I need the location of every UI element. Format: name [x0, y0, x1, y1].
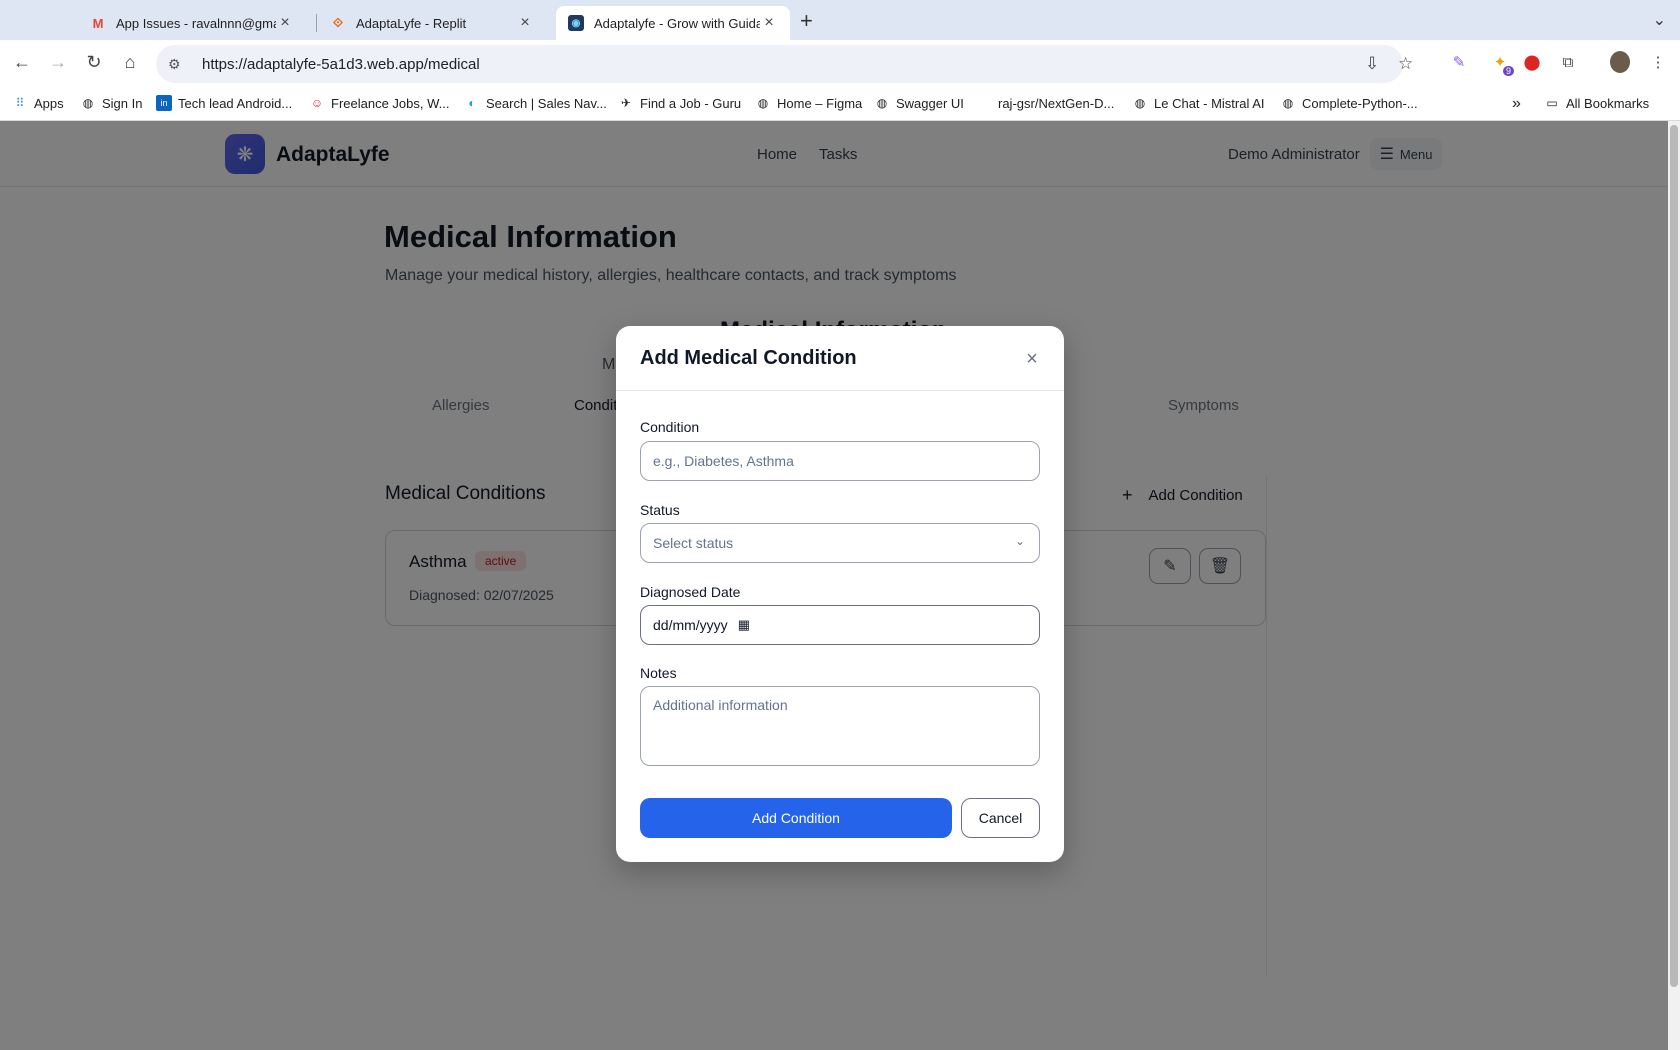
adblock-icon[interactable]: ⬤: [1522, 52, 1542, 72]
bookmark-apps[interactable]: ⠿ Apps: [12, 95, 64, 111]
bookmark-label: Tech lead Android...: [178, 95, 293, 111]
bookmark-github[interactable]: raj-gsr/NextGen-D...: [976, 95, 1114, 111]
close-icon[interactable]: ×: [1022, 348, 1042, 371]
new-tab-icon[interactable]: +: [800, 8, 813, 34]
date-placeholder: dd/mm/yyyy: [653, 617, 728, 633]
status-select[interactable]: Select status ⌄: [640, 523, 1040, 563]
bookmark-sales-nav[interactable]: ◐ Search | Sales Nav...: [464, 95, 607, 111]
close-icon[interactable]: ×: [516, 14, 534, 32]
tab-title: App Issues - ravalnnn@gmail: [116, 15, 276, 31]
home-icon[interactable]: ⌂: [118, 52, 142, 73]
extensions-puzzle-icon[interactable]: ⧉: [1558, 52, 1578, 72]
status-placeholder: Select status: [653, 535, 734, 551]
extension-badge-icon[interactable]: ✦ 9: [1490, 52, 1514, 76]
calendar-icon[interactable]: ▦: [738, 617, 750, 633]
bookmark-label: Complete-Python-...: [1302, 95, 1418, 111]
bookmark-guru[interactable]: ✈ Find a Job - Guru: [618, 95, 741, 111]
bookmark-freelance[interactable]: ☺ Freelance Jobs, W...: [309, 95, 450, 111]
bookmark-label: raj-gsr/NextGen-D...: [998, 95, 1115, 111]
gmail-icon: M: [92, 15, 104, 31]
globe-icon: ◍: [876, 96, 888, 110]
bookmark-linkedin[interactable]: in Tech lead Android...: [156, 95, 292, 111]
back-icon[interactable]: ←: [10, 52, 34, 73]
bookmark-label: Freelance Jobs, W...: [331, 95, 450, 111]
browser-tab-adaptalyfe[interactable]: ◉ Adaptalyfe - Grow with Guida ×: [556, 6, 790, 40]
tab-title: AdaptaLyfe - Replit: [356, 15, 467, 31]
add-condition-dialog: Add Medical Condition × Condition Status…: [616, 326, 1064, 862]
bookmarks-bar: ⠿ Apps ◍ Sign In in Tech lead Android... ☺ F…: [0, 87, 1680, 121]
globe-icon: ◍: [1282, 96, 1294, 110]
bookmark-star-icon[interactable]: ☆: [1398, 54, 1413, 74]
profile-avatar-icon[interactable]: [1610, 51, 1630, 73]
bookmark-mistral[interactable]: ◍ Le Chat - Mistral AI: [1132, 95, 1265, 111]
bookmark-label: Swagger UI: [896, 95, 964, 111]
browser-menu-icon[interactable]: ⋮: [1648, 52, 1668, 72]
bookmark-label: All Bookmarks: [1566, 95, 1650, 111]
dialog-title: Add Medical Condition: [640, 347, 857, 369]
page-scrollbar[interactable]: [1668, 121, 1680, 1050]
tab-separator: [316, 14, 317, 32]
bookmark-label: Apps: [34, 95, 64, 111]
bookmark-swagger[interactable]: ◍ Swagger UI: [874, 95, 964, 111]
bookmark-label: Sign In: [102, 95, 143, 111]
browser-tabstrip: M App Issues - ravalnnn@gmail × ⟐ Adapta…: [0, 0, 1680, 40]
more-bookmarks-icon[interactable]: »: [1512, 95, 1521, 113]
close-icon[interactable]: ×: [760, 14, 778, 32]
globe-icon: ◍: [1134, 96, 1146, 110]
submit-add-condition-button[interactable]: Add Condition: [640, 798, 952, 838]
replit-icon: ⟐: [332, 15, 344, 30]
tab-search-chevron-icon[interactable]: ⌄: [1653, 10, 1666, 30]
compass-icon: ◐: [468, 96, 476, 110]
condition-input[interactable]: [640, 441, 1040, 481]
bookmark-label: Search | Sales Nav...: [486, 95, 607, 111]
install-app-icon[interactable]: ⇩: [1365, 54, 1379, 74]
guru-icon: ✈: [620, 96, 632, 110]
blank-page-icon: [976, 95, 992, 111]
bookmark-python[interactable]: ◍ Complete-Python-...: [1280, 95, 1418, 111]
cancel-button[interactable]: Cancel: [961, 798, 1040, 838]
notes-label: Notes: [640, 665, 677, 681]
bookmark-sign-in[interactable]: ◍ Sign In: [80, 95, 143, 111]
adaptalyfe-icon: ◉: [568, 15, 584, 31]
address-bar[interactable]: ⚙ https://adaptalyfe-5a1d3.web.app/medic…: [156, 45, 1413, 83]
pen-extension-icon[interactable]: ✎: [1449, 52, 1469, 72]
freelancer-icon: ☺: [310, 96, 324, 110]
forward-icon[interactable]: →: [46, 52, 70, 73]
globe-icon: ◍: [757, 96, 769, 110]
status-label: Status: [640, 502, 680, 518]
diagnosed-date-label: Diagnosed Date: [640, 584, 741, 600]
extension-badge: 9: [1502, 66, 1514, 76]
browser-toolbar: ← → ↻ ⌂ ⚙ https://adaptalyfe-5a1d3.web.a…: [0, 40, 1680, 87]
browser-tab-gmail[interactable]: M App Issues - ravalnnn@gmail ×: [78, 6, 306, 40]
close-icon[interactable]: ×: [276, 14, 294, 32]
bookmark-label: Find a Job - Guru: [640, 95, 742, 111]
site-info-icon[interactable]: ⚙: [168, 56, 188, 73]
condition-label: Condition: [640, 419, 700, 435]
globe-icon: ◍: [82, 96, 94, 110]
reload-icon[interactable]: ↻: [82, 52, 106, 73]
dialog-divider: [616, 390, 1064, 391]
scrollbar-thumb[interactable]: [1670, 125, 1678, 987]
all-bookmarks[interactable]: ▭ All Bookmarks: [1544, 95, 1649, 111]
notes-textarea[interactable]: [640, 686, 1040, 766]
diagnosed-date-input[interactable]: dd/mm/yyyy ▦: [640, 605, 1040, 645]
bookmark-label: Home – Figma: [777, 95, 863, 111]
apps-grid-icon: ⠿: [15, 96, 25, 110]
bookmark-label: Le Chat - Mistral AI: [1154, 95, 1265, 111]
url-text[interactable]: https://adaptalyfe-5a1d3.web.app/medical: [202, 56, 480, 73]
tab-title: Adaptalyfe - Grow with Guida: [594, 15, 760, 31]
chevron-down-icon: ⌄: [1014, 534, 1025, 548]
linkedin-icon: in: [156, 95, 172, 111]
folder-icon: ▭: [1546, 96, 1558, 110]
bookmark-figma[interactable]: ◍ Home – Figma: [755, 95, 863, 111]
browser-tab-replit[interactable]: ⟐ AdaptaLyfe - Replit ×: [318, 6, 546, 40]
